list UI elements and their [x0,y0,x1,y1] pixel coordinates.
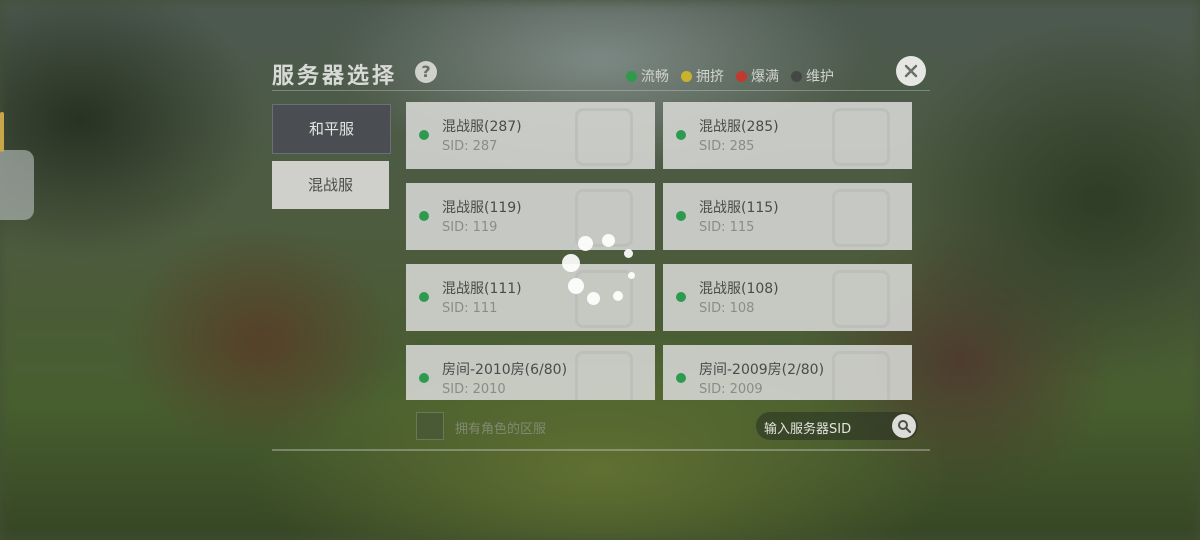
footer-divider [272,449,930,451]
server-card[interactable]: 混战服(285) SID: 285 [663,102,912,169]
server-card[interactable]: 混战服(287) SID: 287 [406,102,655,169]
has-role-checkbox-label: 拥有角色的区服 [455,422,547,437]
category-tab-peace[interactable]: 和平服 [272,104,391,154]
close-x-icon [904,64,918,78]
server-name: 房间-2009房(2/80) [699,362,825,378]
server-name: 混战服(119) [442,200,522,216]
server-name: 房间-2010房(6/80) [442,362,568,378]
status-dot-green-icon [419,373,429,383]
server-card[interactable]: 房间-2009房(2/80) SID: 2009 [663,345,912,400]
category-tab-battle[interactable]: 混战服 [272,161,389,209]
server-card[interactable]: 混战服(115) SID: 115 [663,183,912,250]
server-sid: SID: 2010 [442,382,506,397]
status-dot-green-icon [676,292,686,302]
status-dot-yellow-icon [681,70,692,82]
server-name: 混战服(287) [442,119,522,135]
page-title: 服务器选择 [272,64,398,89]
legend-label: 爆满 [751,69,779,85]
help-icon[interactable]: ? [415,61,437,83]
legend-label: 拥挤 [696,69,724,85]
header-divider [272,90,930,91]
status-dot-green-icon [676,130,686,140]
loading-spinner-icon [550,228,650,318]
server-sid: SID: 287 [442,139,498,154]
server-sid: SID: 119 [442,220,498,235]
status-dot-green-icon [676,211,686,221]
search-icon [898,420,911,433]
server-name: 混战服(115) [699,200,779,216]
search-input[interactable]: 输入服务器SID [764,418,851,437]
status-legend: 流畅 拥挤 爆满 维护 [626,66,834,86]
legend-item-smooth: 流畅 [626,66,669,86]
server-card[interactable]: 混战服(108) SID: 108 [663,264,912,331]
close-button[interactable] [896,56,926,86]
has-role-checkbox[interactable] [416,412,444,440]
server-name: 混战服(111) [442,281,522,297]
side-drawer-tab[interactable] [0,112,34,220]
legend-item-maintenance: 维护 [791,66,834,86]
status-dot-green-icon [676,373,686,383]
status-dot-green-icon [626,70,637,82]
server-sid: SID: 285 [699,139,755,154]
status-dot-red-icon [736,70,747,82]
server-sid: SID: 2009 [699,382,763,397]
status-dot-green-icon [419,211,429,221]
status-dot-green-icon [419,292,429,302]
server-name: 混战服(108) [699,281,779,297]
server-sid: SID: 111 [442,301,498,316]
legend-item-full: 爆满 [736,66,779,86]
status-dot-gray-icon [791,70,802,82]
search-button[interactable] [892,414,916,438]
status-dot-green-icon [419,130,429,140]
server-card[interactable]: 房间-2010房(6/80) SID: 2010 [406,345,655,400]
server-sid: SID: 108 [699,301,755,316]
sid-search-box[interactable]: 输入服务器SID [756,412,918,440]
legend-label: 维护 [806,69,834,85]
server-sid: SID: 115 [699,220,755,235]
legend-item-crowded: 拥挤 [681,66,724,86]
server-name: 混战服(285) [699,119,779,135]
legend-label: 流畅 [641,69,669,85]
